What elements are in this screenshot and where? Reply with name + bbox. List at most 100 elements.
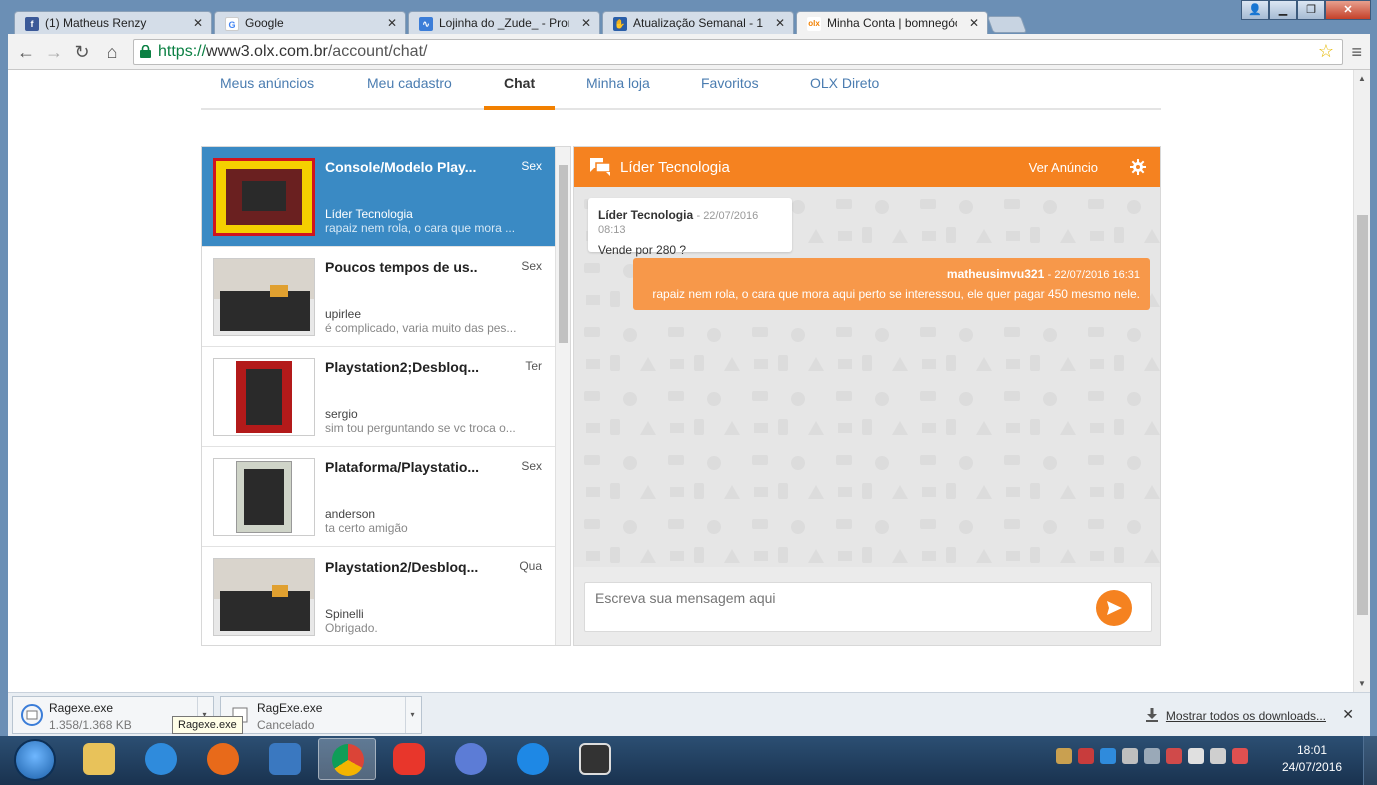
home-icon[interactable]: ⌂ — [102, 42, 122, 62]
browser-tab-olx[interactable]: olx Minha Conta | bomnegócio ✕ — [796, 11, 988, 34]
ad-thumbnail — [213, 558, 315, 636]
download-item[interactable]: RagExe.exe Cancelado ▾ — [220, 696, 422, 734]
forward-arrow-icon[interactable]: → — [44, 42, 64, 62]
lock-icon — [140, 45, 151, 58]
internet-explorer-icon — [145, 743, 177, 775]
conversation-item[interactable]: Playstation2/Desbloq... Qua Spinelli Obr… — [202, 547, 556, 645]
subnav-meus-anuncios[interactable]: Meus anúncios — [220, 75, 314, 110]
user-icon[interactable]: 👤 — [1241, 0, 1269, 20]
google-icon: G — [225, 17, 239, 31]
menu-icon[interactable]: ≡ — [1351, 42, 1362, 63]
conversation-preview: ta certo amigão — [325, 521, 408, 535]
subnav-chat[interactable]: Chat — [484, 75, 556, 110]
tab-close-icon[interactable]: ✕ — [193, 16, 203, 30]
chat-header: Líder Tecnologia Ver Anúncio — [574, 147, 1160, 187]
minimize-button[interactable]: ▁ — [1269, 0, 1297, 20]
volume-icon[interactable] — [1188, 748, 1204, 764]
page-scrollbar[interactable]: ▲ ▼ — [1353, 70, 1370, 692]
tab-title: Atualização Semanal - 19/ — [633, 16, 763, 30]
conversation-item[interactable]: Poucos tempos de us.. Sex upirlee é comp… — [202, 247, 556, 347]
system-clock[interactable]: 18:01 24/07/2016 — [1282, 742, 1342, 776]
subnav-meu-cadastro[interactable]: Meu cadastro — [367, 75, 452, 110]
conversation-item[interactable]: Plataforma/Playstatio... Sex anderson ta… — [202, 447, 556, 547]
firefox-icon — [207, 743, 239, 775]
start-button[interactable] — [14, 739, 56, 781]
maximize-button[interactable]: ❐ — [1297, 0, 1325, 20]
account-subnav: Meus anúncios Meu cadastro Chat Minha lo… — [201, 70, 1161, 110]
taskbar-app-blue[interactable] — [504, 738, 562, 780]
show-desktop-button[interactable] — [1363, 736, 1377, 785]
tray-icon[interactable] — [1056, 748, 1072, 764]
tab-title: Minha Conta | bomnegócio — [827, 16, 957, 30]
flag-icon[interactable] — [1232, 748, 1248, 764]
gear-icon[interactable] — [1130, 159, 1146, 175]
chat-contact-name: Líder Tecnologia — [620, 159, 730, 176]
new-tab-button[interactable] — [986, 16, 1028, 33]
scroll-down-arrow-icon[interactable]: ▼ — [1358, 679, 1366, 688]
taskbar-chrome-2[interactable] — [442, 738, 500, 780]
network-icon[interactable] — [1210, 748, 1226, 764]
subnav-olx-direto[interactable]: OLX Direto — [810, 75, 879, 110]
back-arrow-icon[interactable]: ← — [16, 42, 36, 62]
tab-close-icon[interactable]: ✕ — [581, 16, 591, 30]
browser-tab-atualizacao[interactable]: ✋ Atualização Semanal - 19/ ✕ — [602, 11, 794, 34]
scrollbar-thumb[interactable] — [1357, 215, 1368, 615]
chat-bubbles-icon — [590, 158, 610, 176]
conversation-title: Playstation2;Desbloq... — [325, 359, 480, 375]
download-status: 1.358/1.368 KB — [49, 718, 132, 732]
bookmark-star-icon[interactable]: ☆ — [1318, 41, 1334, 62]
conversation-preview: rapaiz nem rola, o cara que mora ... — [325, 221, 516, 235]
send-button[interactable] — [1096, 590, 1132, 626]
taskbar-media-player[interactable] — [256, 738, 314, 780]
conversation-list-scrollbar[interactable] — [555, 147, 570, 645]
show-all-downloads-link[interactable]: Mostrar todos os downloads... — [1166, 709, 1326, 723]
taskbar-explorer[interactable] — [70, 738, 128, 780]
browser-toolbar: ← → ↻ ⌂ https://www3.olx.com.br/account/… — [8, 34, 1370, 70]
taskbar-ie[interactable] — [132, 738, 190, 780]
browser-tab-google[interactable]: G Google ✕ — [214, 11, 406, 34]
conversation-day: Qua — [519, 559, 542, 573]
browser-tab-facebook[interactable]: f (1) Matheus Renzy ✕ — [14, 11, 212, 34]
tab-close-icon[interactable]: ✕ — [969, 16, 979, 30]
taskbar-imvu[interactable] — [566, 738, 624, 780]
reload-icon[interactable]: ↻ — [72, 42, 92, 62]
tooltip: Ragexe.exe — [172, 716, 243, 734]
window-controls: 👤 ▁ ❐ ✕ — [1241, 0, 1371, 20]
tab-close-icon[interactable]: ✕ — [775, 16, 785, 30]
conversation-user: Líder Tecnologia — [325, 207, 413, 221]
browser-tab-lojinha[interactable]: ∿ Lojinha do _Zude_ - Pronto ✕ — [408, 11, 600, 34]
close-icon[interactable]: ✕ — [1342, 706, 1354, 723]
view-ad-link[interactable]: Ver Anúncio — [1029, 160, 1098, 175]
tab-strip: f (1) Matheus Renzy ✕ G Google ✕ ∿ Lojin… — [8, 8, 1370, 34]
tray-icon[interactable] — [1100, 748, 1116, 764]
ad-thumbnail — [213, 258, 315, 336]
address-bar[interactable]: https://www3.olx.com.br/account/chat/ — [133, 39, 1343, 65]
download-status: Cancelado — [257, 718, 315, 732]
scrollbar-thumb[interactable] — [559, 165, 568, 343]
conversation-day: Sex — [521, 459, 542, 473]
taskbar-firefox[interactable] — [194, 738, 252, 780]
conversation-item[interactable]: Console/Modelo Play... Sex Líder Tecnolo… — [202, 147, 556, 247]
taskbar-chrome[interactable] — [318, 738, 376, 780]
conversation-item[interactable]: Playstation2;Desbloq... Ter sergio sim t… — [202, 347, 556, 447]
subnav-favoritos[interactable]: Favoritos — [701, 75, 759, 110]
close-button[interactable]: ✕ — [1325, 0, 1371, 20]
taskbar-app-red[interactable] — [380, 738, 438, 780]
subnav-minha-loja[interactable]: Minha loja — [586, 75, 650, 110]
tab-close-icon[interactable]: ✕ — [387, 16, 397, 30]
chrome-icon — [332, 744, 364, 776]
tray-icon[interactable] — [1144, 748, 1160, 764]
chevron-down-icon[interactable]: ▾ — [405, 697, 419, 733]
message-input[interactable] — [585, 583, 1085, 631]
conversation-title: Console/Modelo Play... — [325, 159, 477, 175]
scroll-up-arrow-icon[interactable]: ▲ — [1358, 74, 1366, 83]
tray-icon[interactable] — [1078, 748, 1094, 764]
conversation-user: sergio — [325, 407, 358, 421]
clock-date: 24/07/2016 — [1282, 760, 1343, 774]
tray-icon[interactable] — [1166, 748, 1182, 764]
outgoing-message: matheusimvu321 - 22/07/2016 16:31 rapaiz… — [633, 258, 1150, 310]
tray-icon[interactable] — [1122, 748, 1138, 764]
page-content: Meus anúncios Meu cadastro Chat Minha lo… — [8, 70, 1370, 692]
message-date: - 22/07/2016 16:31 — [1047, 269, 1140, 281]
conversation-day: Ter — [525, 359, 542, 373]
